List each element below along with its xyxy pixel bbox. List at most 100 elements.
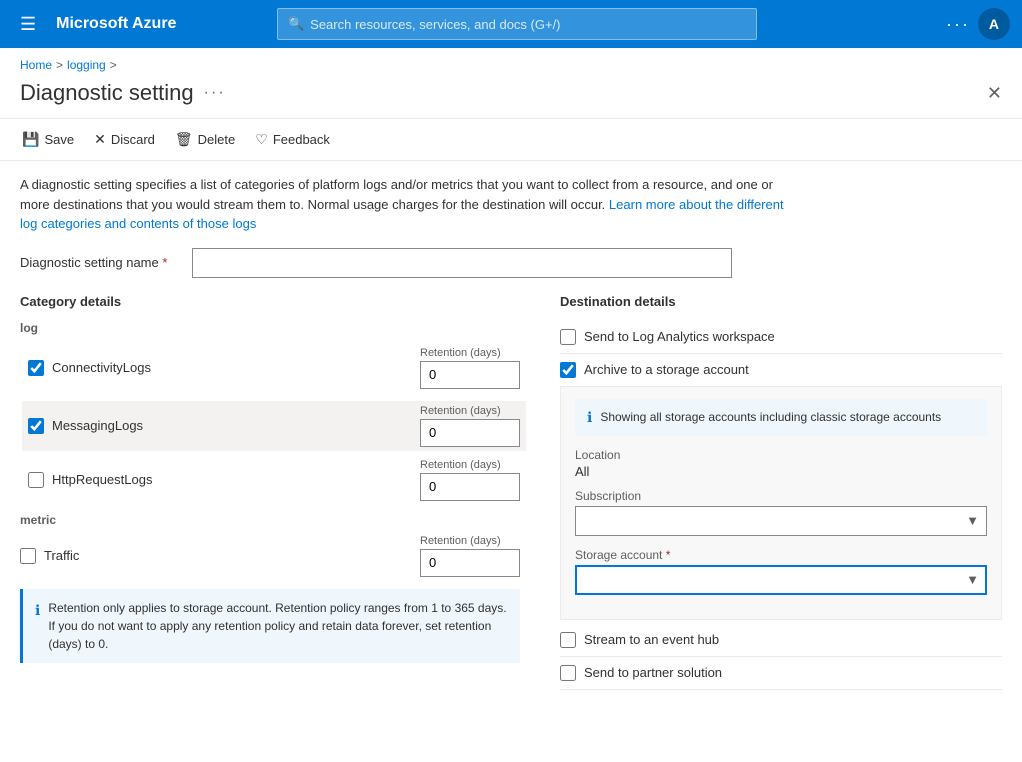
traffic-retention-group: Retention (days) xyxy=(420,535,520,577)
log-group: log ConnectivityLogs Retention (days) xyxy=(20,321,520,501)
connectivity-logs-checkbox[interactable] xyxy=(28,360,44,376)
log-analytics-label: Send to Log Analytics workspace xyxy=(584,329,775,344)
diagnostic-name-input[interactable] xyxy=(192,248,732,278)
close-button[interactable]: ✕ xyxy=(987,83,1002,104)
search-box[interactable]: 🔍 xyxy=(277,8,757,40)
discard-label: Discard xyxy=(111,132,155,147)
event-hub-label: Stream to an event hub xyxy=(584,632,719,647)
breadcrumb-sep2: > xyxy=(110,58,117,72)
event-hub-checkbox[interactable] xyxy=(560,632,576,648)
httprequest-logs-label: HttpRequestLogs xyxy=(52,472,152,487)
diagnostic-name-field: Diagnostic setting name * xyxy=(20,248,1002,278)
toolbar: 💾 Save ✕ Discard 🗑 Delete ♡ Feedback xyxy=(0,118,1022,161)
storage-account-field-label: Storage account * xyxy=(575,548,987,562)
destination-details-title: Destination details xyxy=(560,294,1002,309)
httprequest-retention-input[interactable] xyxy=(420,473,520,501)
breadcrumb-logging[interactable]: logging xyxy=(67,58,106,72)
breadcrumb: Home > logging > xyxy=(0,48,1022,76)
nav-more-icon[interactable]: ··· xyxy=(946,14,970,35)
diagnostic-name-label: Diagnostic setting name * xyxy=(20,255,180,270)
messaging-retention-input[interactable] xyxy=(420,419,520,447)
httprequest-logs-checkbox[interactable] xyxy=(28,472,44,488)
connectivity-logs-row: ConnectivityLogs Retention (days) xyxy=(28,343,520,393)
storage-account-row: Archive to a storage account xyxy=(560,354,1002,386)
category-details-column: Category details log ConnectivityLogs R xyxy=(20,294,540,690)
hamburger-menu[interactable]: ☰ xyxy=(12,10,44,39)
log-items: ConnectivityLogs Retention (days) xyxy=(20,343,520,501)
storage-info-banner: ℹ Showing all storage accounts including… xyxy=(575,399,987,436)
page-header: Diagnostic setting ··· ✕ xyxy=(0,76,1022,118)
avatar[interactable]: A xyxy=(978,8,1010,40)
subscription-field: Subscription ▼ xyxy=(575,489,987,536)
feedback-icon: ♡ xyxy=(255,131,268,148)
top-navigation: ☰ Microsoft Azure 🔍 ··· A xyxy=(0,0,1022,48)
messaging-retention-label: Retention (days) xyxy=(420,405,520,417)
httprequest-logs-row: HttpRequestLogs Retention (days) xyxy=(28,459,520,501)
storage-info-icon: ℹ xyxy=(587,409,592,426)
storage-account-select[interactable] xyxy=(575,565,987,595)
search-input[interactable] xyxy=(310,17,746,32)
required-indicator: * xyxy=(162,255,167,270)
page-title-row: Diagnostic setting ··· xyxy=(20,80,226,106)
httprequest-retention-group: Retention (days) xyxy=(420,459,520,501)
messaging-logs-checkbox[interactable] xyxy=(28,418,44,434)
breadcrumb-sep1: > xyxy=(56,58,63,72)
two-column-layout: Category details log ConnectivityLogs R xyxy=(20,294,1002,690)
storage-account-dropdown-wrapper: ▼ xyxy=(575,565,987,595)
page-title: Diagnostic setting xyxy=(20,80,194,106)
subscription-select[interactable] xyxy=(575,506,987,536)
nav-right: ··· A xyxy=(946,8,1010,40)
partner-solution-row: Send to partner solution xyxy=(560,657,1002,690)
traffic-retention-label: Retention (days) xyxy=(420,535,520,547)
partner-solution-checkbox[interactable] xyxy=(560,665,576,681)
connectivity-logs-label: ConnectivityLogs xyxy=(52,360,151,375)
delete-icon: 🗑 xyxy=(175,131,193,148)
log-analytics-checkbox[interactable] xyxy=(560,329,576,345)
httprequest-checkbox-group: HttpRequestLogs xyxy=(28,472,400,488)
category-details-title: Category details xyxy=(20,294,520,309)
metric-section-label: metric xyxy=(20,513,520,527)
subscription-label: Subscription xyxy=(575,489,987,503)
save-label: Save xyxy=(44,132,74,147)
description-text: A diagnostic setting specifies a list of… xyxy=(0,161,820,248)
subscription-dropdown-wrapper: ▼ xyxy=(575,506,987,536)
storage-account-field: Storage account * ▼ xyxy=(575,548,987,595)
traffic-label: Traffic xyxy=(44,548,79,563)
connectivity-retention-group: Retention (days) xyxy=(420,347,520,389)
location-value: All xyxy=(575,464,987,479)
storage-account-label: Archive to a storage account xyxy=(584,362,749,377)
search-icon: 🔍 xyxy=(288,16,304,32)
metric-group: metric Traffic Retention (days) xyxy=(20,513,520,577)
connectivity-retention-label: Retention (days) xyxy=(420,347,520,359)
messaging-retention-group: Retention (days) xyxy=(420,405,520,447)
destination-details-column: Destination details Send to Log Analytic… xyxy=(540,294,1002,690)
page-ellipsis-button[interactable]: ··· xyxy=(204,84,226,102)
discard-button[interactable]: ✕ Discard xyxy=(92,127,157,152)
log-analytics-row: Send to Log Analytics workspace xyxy=(560,321,1002,354)
feedback-label: Feedback xyxy=(273,132,330,147)
storage-account-section: Archive to a storage account ℹ Showing a… xyxy=(560,354,1002,620)
connectivity-checkbox-group: ConnectivityLogs xyxy=(28,360,400,376)
save-button[interactable]: 💾 Save xyxy=(20,127,76,152)
location-label: Location xyxy=(575,448,987,462)
feedback-button[interactable]: ♡ Feedback xyxy=(253,127,332,152)
traffic-retention-input[interactable] xyxy=(420,549,520,577)
breadcrumb-home[interactable]: Home xyxy=(20,58,52,72)
storage-account-checkbox[interactable] xyxy=(560,362,576,378)
retention-info-box: ℹ Retention only applies to storage acco… xyxy=(20,589,520,663)
main-container: Home > logging > Diagnostic setting ··· … xyxy=(0,48,1022,762)
form-area: Diagnostic setting name * Category detai… xyxy=(0,248,1022,710)
delete-button[interactable]: 🗑 Delete xyxy=(173,127,237,152)
connectivity-retention-input[interactable] xyxy=(420,361,520,389)
traffic-metric-row: Traffic Retention (days) xyxy=(20,535,520,577)
traffic-checkbox[interactable] xyxy=(20,548,36,564)
retention-info-text: Retention only applies to storage accoun… xyxy=(48,599,508,653)
storage-required-indicator: * xyxy=(666,548,671,562)
save-icon: 💾 xyxy=(22,131,39,148)
info-icon: ℹ xyxy=(35,600,40,621)
partner-solution-label: Send to partner solution xyxy=(584,665,722,680)
storage-account-expanded: ℹ Showing all storage accounts including… xyxy=(560,386,1002,620)
delete-label: Delete xyxy=(198,132,236,147)
httprequest-retention-label: Retention (days) xyxy=(420,459,520,471)
traffic-checkbox-group: Traffic xyxy=(20,548,400,564)
